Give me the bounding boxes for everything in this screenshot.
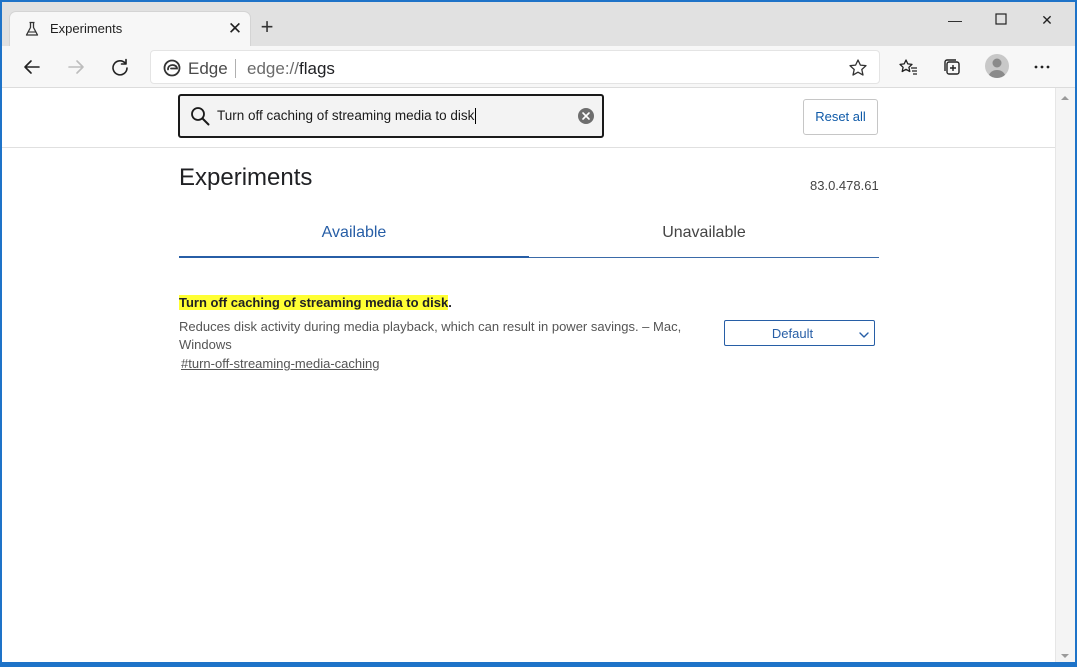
reset-all-button[interactable]: Reset all	[803, 99, 878, 135]
tab-title: Experiments	[50, 21, 123, 36]
search-value[interactable]: Turn off caching of streaming media to d…	[217, 108, 477, 124]
more-icon[interactable]	[1028, 53, 1056, 81]
tab-indicator	[179, 256, 529, 258]
favorites-icon[interactable]	[894, 53, 922, 81]
refresh-icon[interactable]	[106, 53, 134, 81]
flag-title-suffix: .	[448, 295, 452, 310]
close-icon[interactable]: ✕	[226, 20, 244, 38]
chevron-down-icon	[858, 328, 870, 340]
flag-title-highlight: Turn off caching of streaming media to d…	[179, 295, 449, 310]
star-icon[interactable]	[847, 57, 869, 79]
search-icon	[190, 106, 210, 126]
page-content: Turn off caching of streaming media to d…	[2, 88, 1055, 662]
minimize-icon[interactable]: —	[940, 8, 970, 32]
url-scheme: edge://	[247, 59, 299, 78]
url-host: flags	[299, 59, 335, 78]
profile-icon[interactable]	[985, 54, 1009, 78]
page-title: Experiments	[179, 164, 313, 191]
address-separator	[235, 59, 236, 78]
forward-icon[interactable]	[62, 53, 90, 81]
tab-unavailable[interactable]: Unavailable	[529, 224, 879, 242]
flag-item: Turn off caching of streaming media to d…	[179, 294, 879, 371]
tab-available[interactable]: Available	[179, 224, 529, 242]
tab-experiments[interactable]: Experiments ✕	[10, 12, 250, 46]
maximize-icon[interactable]	[986, 8, 1016, 32]
search-input[interactable]: Turn off caching of streaming media to d…	[178, 94, 604, 138]
tab-strip: Experiments ✕ + — ✕	[2, 2, 1075, 46]
flag-permalink[interactable]: #turn-off-streaming-media-caching	[181, 356, 379, 371]
search-header: Turn off caching of streaming media to d…	[2, 88, 1055, 148]
clear-icon[interactable]	[577, 107, 595, 125]
site-name: Edge	[188, 59, 228, 78]
flag-select-value: Default	[771, 326, 814, 341]
flag-title: Turn off caching of streaming media to d…	[179, 295, 452, 310]
scroll-down-icon[interactable]	[1060, 648, 1070, 658]
flag-description: Reduces disk activity during media playb…	[179, 319, 682, 352]
back-icon[interactable]	[18, 53, 46, 81]
address-bar[interactable]: Edge edge://flags	[150, 50, 880, 84]
tabs: Available Unavailable	[179, 206, 879, 258]
flask-icon	[24, 21, 40, 37]
version-label: 83.0.478.61	[810, 178, 879, 193]
edge-logo-icon	[163, 59, 181, 77]
plus-icon[interactable]: +	[255, 16, 279, 40]
scroll-up-icon[interactable]	[1060, 90, 1070, 100]
vertical-scrollbar[interactable]	[1055, 88, 1075, 662]
collections-icon[interactable]	[938, 53, 966, 81]
window-close-icon[interactable]: ✕	[1032, 8, 1062, 32]
flag-state-select[interactable]: Default	[724, 320, 875, 346]
desktop-edge	[0, 662, 1077, 667]
toolbar: Edge edge://flags	[2, 46, 1075, 88]
browser-window: Experiments ✕ + — ✕ Edge edge://flags Tu…	[2, 2, 1075, 662]
url-text[interactable]: edge://flags	[247, 59, 335, 79]
